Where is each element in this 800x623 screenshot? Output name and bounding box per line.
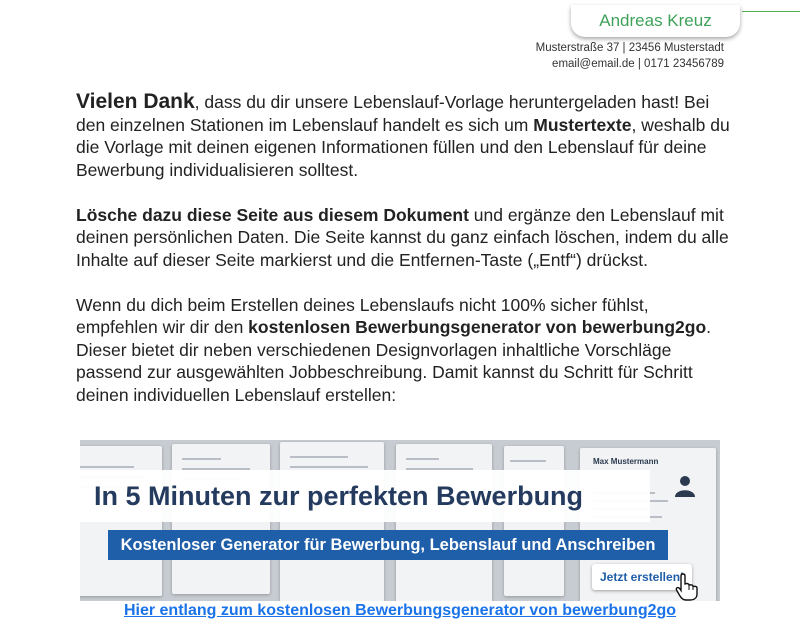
generator-bold: kostenlosen Bewerbungsgenerator von bewe… <box>248 317 707 337</box>
header-divider <box>742 11 800 12</box>
contact-block: Musterstraße 37 | 23456 Musterstadt emai… <box>536 40 724 72</box>
banner-subtitle: Kostenloser Generator für Bewerbung, Leb… <box>108 530 668 560</box>
paragraph-delete: Lösche dazu diese Seite aus diesem Dokum… <box>76 204 729 270</box>
avatar-icon <box>675 476 695 497</box>
contact-line: email@email.de | 0171 23456789 <box>552 58 724 70</box>
header-name: Andreas Kreuz <box>599 11 712 30</box>
paragraph-generator: Wenn du dich beim Erstellen deines Leben… <box>76 294 712 405</box>
banner-title: In 5 Minuten zur perfekten Bewerbung <box>80 470 650 522</box>
header-name-tab: Andreas Kreuz <box>571 5 740 37</box>
delete-instruction: Lösche dazu diese Seite aus diesem Dokum… <box>76 204 469 225</box>
pointer-hand-icon <box>675 573 698 601</box>
mustertexte-bold: Mustertexte <box>533 114 632 135</box>
paragraph-thanks: Vielen Dank, dass du dir unsere Lebensla… <box>76 90 730 180</box>
sample-document <box>396 444 492 601</box>
sample-cv-name: Max Mustermann <box>593 457 659 466</box>
generator-banner[interactable]: Max Mustermann In 5 Minuten zur perfekte… <box>80 440 720 601</box>
generator-link[interactable]: Hier entlang zum kostenlosen Bewerbungsg… <box>0 602 800 620</box>
address-line: Musterstraße 37 | 23456 Musterstadt <box>535 42 724 54</box>
thanks-lead: Vielen Dank <box>76 90 195 113</box>
intro-text: Vielen Dank, dass du dir unsere Lebensla… <box>76 90 731 429</box>
